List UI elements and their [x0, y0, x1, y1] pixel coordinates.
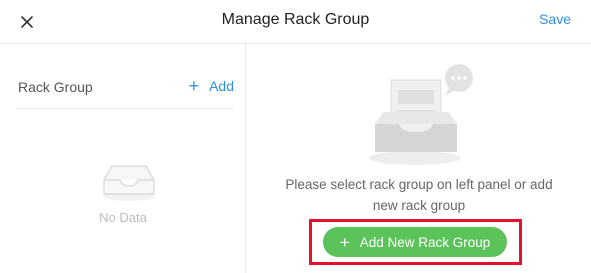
rack-group-list-header: Rack Group + Add	[18, 74, 234, 109]
rack-group-detail-panel: Please select rack group on left panel o…	[247, 44, 591, 273]
plus-icon: +	[188, 76, 200, 96]
add-new-rack-group-label: Add New Rack Group	[359, 234, 491, 250]
add-rack-group-link[interactable]: + Add	[189, 77, 234, 95]
add-link-label: Add	[209, 78, 234, 94]
dialog-header: Manage Rack Group Save	[0, 0, 591, 44]
plus-icon: +	[339, 232, 350, 252]
select-rack-group-hint: Please select rack group on left panel o…	[269, 174, 569, 216]
empty-tray-icon	[103, 165, 155, 201]
rack-group-list-panel: Rack Group + Add No Data	[0, 44, 246, 273]
save-button[interactable]: Save	[539, 0, 571, 40]
add-new-rack-group-button[interactable]: + Add New Rack Group	[323, 227, 507, 257]
empty-inbox-chat-illustration	[369, 64, 473, 165]
rack-group-label: Rack Group	[18, 79, 93, 95]
hint-line-2: new rack group	[372, 198, 466, 213]
dialog-title: Manage Rack Group	[221, 11, 370, 28]
no-data-text: No Data	[99, 210, 147, 225]
hint-line-1: Please select rack group on left panel o…	[285, 177, 553, 192]
